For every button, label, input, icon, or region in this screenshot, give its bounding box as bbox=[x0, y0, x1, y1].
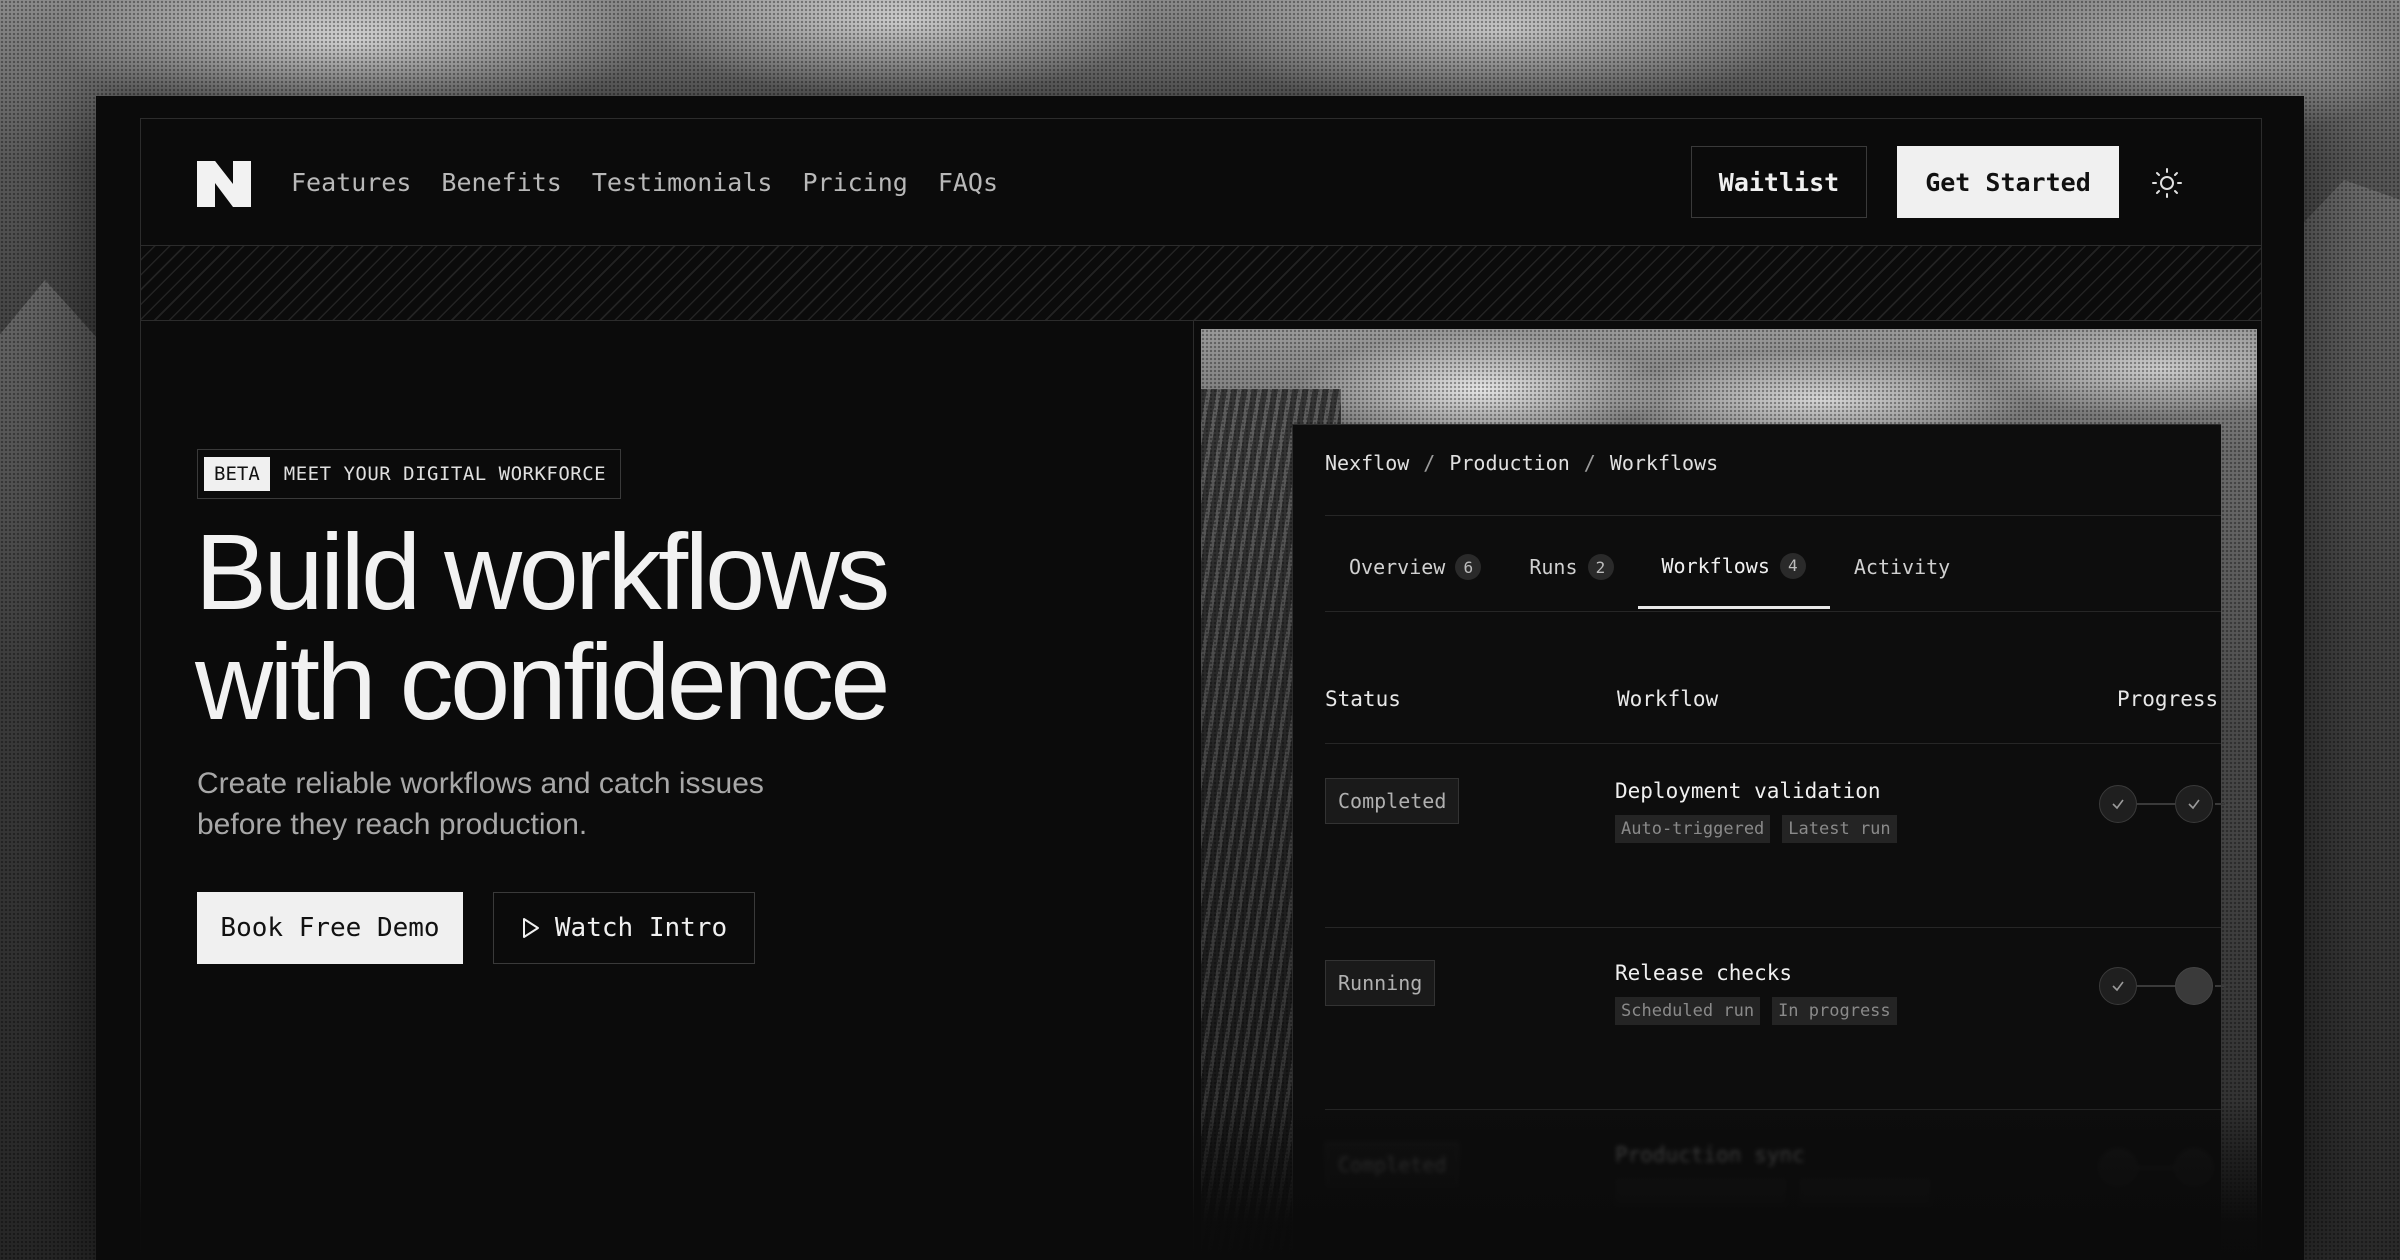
hero-title-line-2: with confidence bbox=[195, 621, 890, 742]
watch-intro-button[interactable]: Watch Intro bbox=[493, 892, 755, 964]
workflow-tag bbox=[1615, 1179, 1787, 1205]
hero-subtitle-line-2: before they reach production. bbox=[197, 808, 588, 841]
pending-step-icon bbox=[2175, 967, 2213, 1005]
tab-count: 6 bbox=[1455, 554, 1482, 580]
breadcrumb-item-workflows[interactable]: Workflows bbox=[1610, 451, 1718, 475]
hero-title-line-1: Build workflows bbox=[195, 511, 890, 632]
tab-runs[interactable]: Runs 2 bbox=[1505, 525, 1637, 609]
tab-count: 4 bbox=[1779, 552, 1806, 579]
hero-section: BETA MEET YOUR DIGITAL WORKFORCE Build w… bbox=[141, 321, 1194, 1260]
app-tabs: Overview 6 Runs 2 Workflows 4 Activity bbox=[1325, 525, 1974, 609]
nav-link-testimonials[interactable]: Testimonials bbox=[592, 168, 773, 197]
sun-icon[interactable] bbox=[2151, 167, 2183, 199]
nav-link-features[interactable]: Features bbox=[291, 168, 411, 197]
breadcrumb-separator: / bbox=[1423, 451, 1436, 475]
table-row[interactable]: Running Release checks Scheduled run In … bbox=[1325, 927, 2225, 1109]
get-started-button[interactable]: Get Started bbox=[1897, 146, 2119, 218]
progress-steps bbox=[2099, 785, 2225, 823]
breadcrumb-separator: / bbox=[1583, 451, 1596, 475]
nav-link-pricing[interactable]: Pricing bbox=[802, 168, 907, 197]
hero-title: Build workflows with confidence bbox=[195, 517, 1095, 737]
check-icon bbox=[2175, 1149, 2213, 1187]
column-header-status: Status bbox=[1325, 687, 1401, 711]
workflow-name: Production sync bbox=[1615, 1143, 1805, 1167]
check-icon bbox=[2099, 1149, 2137, 1187]
status-badge: Completed bbox=[1325, 1142, 1460, 1188]
breadcrumb: Nexflow / Production / Workflows bbox=[1325, 451, 1718, 475]
check-icon bbox=[2175, 785, 2213, 823]
hero-subtitle-line-1: Create reliable workflows and catch issu… bbox=[197, 767, 764, 800]
book-demo-button[interactable]: Book Free Demo bbox=[197, 892, 463, 964]
nav-links: Features Benefits Testimonials Pricing F… bbox=[291, 119, 998, 245]
watch-intro-label: Watch Intro bbox=[554, 913, 728, 943]
top-navigation: Features Benefits Testimonials Pricing F… bbox=[141, 119, 2261, 246]
breadcrumb-item-nexflow[interactable]: Nexflow bbox=[1325, 451, 1409, 475]
nexflow-logo-icon[interactable] bbox=[197, 161, 251, 207]
column-header-workflow: Workflow bbox=[1617, 687, 1719, 711]
table-row[interactable]: Completed Production sync bbox=[1325, 1109, 2221, 1260]
workflow-tag: In progress bbox=[1772, 997, 1897, 1025]
beta-tag: BETA bbox=[204, 457, 270, 491]
app-preview-panel: Nexflow / Production / Workflows Overvie… bbox=[1292, 424, 2225, 1260]
tab-workflows[interactable]: Workflows 4 bbox=[1637, 525, 1830, 609]
workflow-tag bbox=[1799, 1179, 1931, 1205]
workflow-tag: Latest run bbox=[1782, 815, 1897, 843]
badge-text: MEET YOUR DIGITAL WORKFORCE bbox=[283, 463, 607, 485]
workflow-tag: Scheduled run bbox=[1615, 997, 1761, 1025]
workflow-name: Deployment validation bbox=[1615, 779, 1881, 803]
hatched-divider bbox=[141, 246, 2261, 321]
waitlist-button[interactable]: Waitlist bbox=[1691, 146, 1867, 218]
status-badge: Completed bbox=[1325, 778, 1460, 824]
tab-activity[interactable]: Activity bbox=[1830, 525, 1974, 609]
landing-page-window: Features Benefits Testimonials Pricing F… bbox=[96, 96, 2304, 1260]
table-row[interactable]: Completed Deployment validation Auto-tri… bbox=[1325, 745, 2225, 927]
hero-subtitle: Create reliable workflows and catch issu… bbox=[197, 763, 817, 845]
tab-overview[interactable]: Overview 6 bbox=[1325, 525, 1505, 609]
progress-steps bbox=[2099, 967, 2225, 1005]
tab-count: 2 bbox=[1587, 554, 1614, 580]
status-badge: Running bbox=[1325, 960, 1436, 1006]
breadcrumb-item-production[interactable]: Production bbox=[1449, 451, 1569, 475]
workflow-name: Release checks bbox=[1615, 961, 1793, 985]
beta-badge: BETA MEET YOUR DIGITAL WORKFORCE bbox=[197, 449, 622, 499]
check-icon bbox=[2099, 785, 2137, 823]
play-icon bbox=[522, 918, 539, 938]
progress-steps bbox=[2099, 1149, 2213, 1187]
check-icon bbox=[2099, 967, 2137, 1005]
nav-link-faqs[interactable]: FAQs bbox=[938, 168, 998, 197]
nav-link-benefits[interactable]: Benefits bbox=[441, 168, 561, 197]
column-header-progress: Progress bbox=[2117, 687, 2219, 711]
workflow-tag: Auto-triggered bbox=[1615, 815, 1771, 843]
